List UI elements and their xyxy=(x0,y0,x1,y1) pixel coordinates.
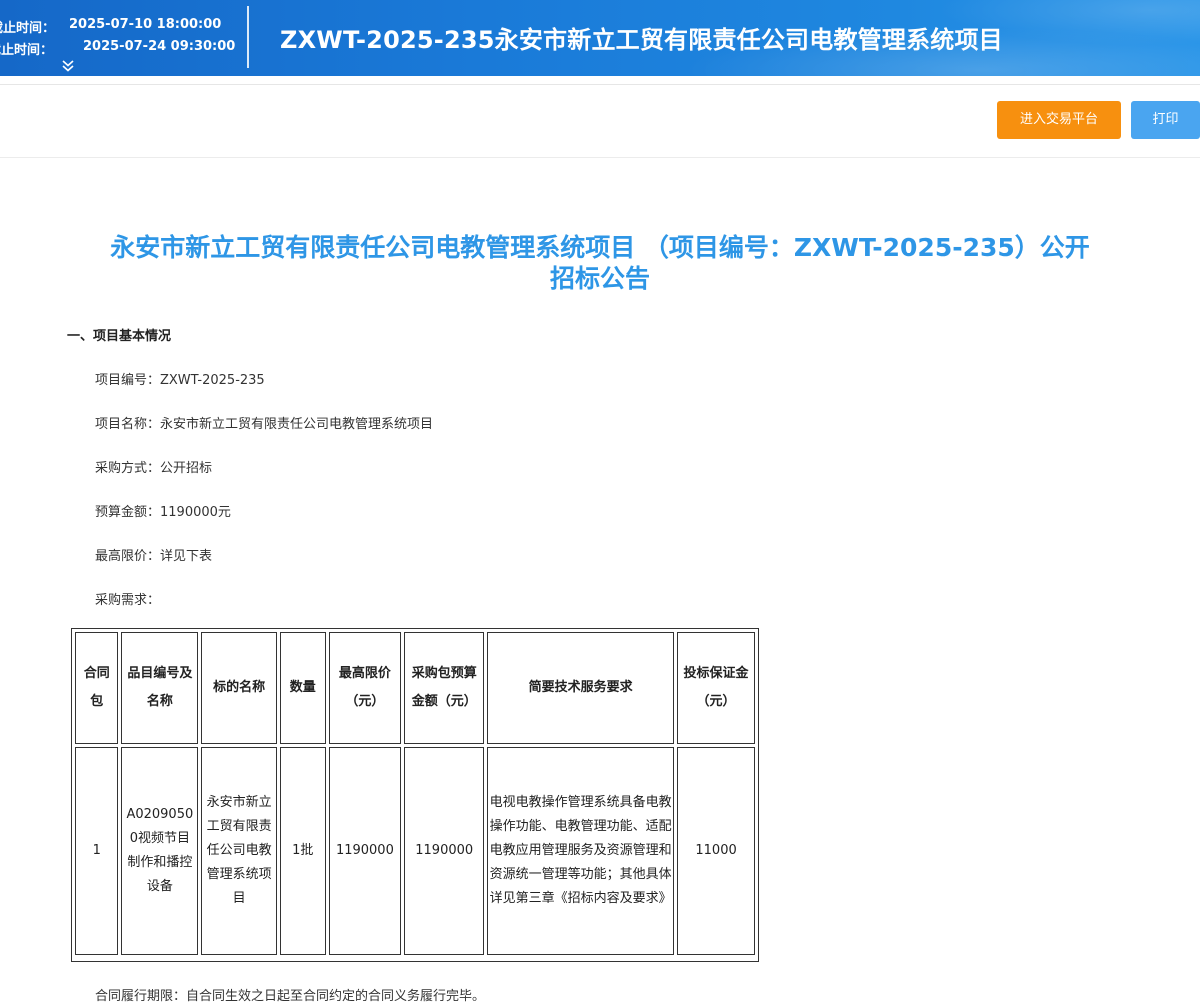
toolbar: 进入交易平台 打印 xyxy=(0,84,1200,158)
page-title: 永安市新立工贸有限责任公司电教管理系统项目 （项目编号：ZXWT-2025-23… xyxy=(60,232,1140,294)
page-title-line1: 永安市新立工贸有限责任公司电教管理系统项目 （项目编号：ZXWT-2025-23… xyxy=(110,233,1090,262)
contract-period: 合同履行期限：自合同生效之日起至合同约定的合同义务履行完毕。 xyxy=(95,989,486,1004)
table-header-row: 合同包 品目编号及名称 标的名称 数量 最高限价（元） 采购包预算金额（元） 简… xyxy=(75,632,755,744)
banner-title: ZXWT-2025-235永安市新立工贸有限责任公司电教管理系统项目 xyxy=(280,26,1003,54)
print-button[interactable]: 打印 xyxy=(1131,101,1200,139)
table-cell: 永安市新立工贸有限责任公司电教管理系统项目 xyxy=(201,747,278,955)
deadline-value: 2025-07-10 18:00:00 xyxy=(69,17,222,32)
table-header-cell: 合同包 xyxy=(75,632,119,744)
requirements-table: 合同包 品目编号及名称 标的名称 数量 最高限价（元） 采购包预算金额（元） 简… xyxy=(71,628,759,962)
table-header-cell: 标的名称 xyxy=(201,632,278,744)
open-time-value: 2025-07-24 09:30:00 xyxy=(83,39,236,54)
table-row: 1 A02090500视频节目制作和播控设备 永安市新立工贸有限责任公司电教管理… xyxy=(75,747,755,955)
table-header-cell: 数量 xyxy=(280,632,326,744)
budget-amount: 预算金额：1190000元 xyxy=(95,505,231,520)
table-header-cell: 简要技术服务要求 xyxy=(487,632,675,744)
deadline-row: 截止时间： 2025-07-10 18:00:00 xyxy=(0,17,230,36)
table-cell: A02090500视频节目制作和播控设备 xyxy=(121,747,199,955)
open-time-label: 截止时间： xyxy=(0,43,54,58)
table-cell: 1190000 xyxy=(404,747,485,955)
double-chevron-down-icon[interactable] xyxy=(61,58,75,72)
requirements-table-grid: 合同包 品目编号及名称 标的名称 数量 最高限价（元） 采购包预算金额（元） 简… xyxy=(72,629,758,958)
table-header-cell: 投标保证金（元） xyxy=(677,632,755,744)
procurement-method: 采购方式：公开招标 xyxy=(95,461,213,476)
table-cell: 电视电教操作管理系统具备电教操作功能、电教管理功能、适配电教应用管理服务及资源管… xyxy=(487,747,675,955)
procurement-requirements-label: 采购需求： xyxy=(95,593,161,608)
section-heading-basic-info: 一、项目基本情况 xyxy=(67,329,172,344)
deadline-label: 截止时间： xyxy=(0,21,56,36)
project-number: 项目编号：ZXWT-2025-235 xyxy=(95,373,265,388)
open-time-row: 截止时间： 2025-07-24 09:30:00 xyxy=(0,39,235,58)
banner-divider xyxy=(247,6,249,68)
table-cell: 1 xyxy=(75,747,119,955)
table-cell: 1批 xyxy=(280,747,326,955)
header-banner: 截止时间： 2025-07-10 18:00:00 截止时间： 2025-07-… xyxy=(0,0,1200,76)
project-name: 项目名称：永安市新立工贸有限责任公司电教管理系统项目 xyxy=(95,417,434,432)
page-title-line2: 招标公告 xyxy=(549,264,650,293)
table-header-cell: 采购包预算金额（元） xyxy=(404,632,485,744)
max-price: 最高限价：详见下表 xyxy=(95,549,213,564)
table-cell: 1190000 xyxy=(328,747,402,955)
table-header-cell: 最高限价（元） xyxy=(328,632,402,744)
enter-trading-platform-button[interactable]: 进入交易平台 xyxy=(997,101,1121,139)
table-cell: 11000 xyxy=(677,747,755,955)
table-header-cell: 品目编号及名称 xyxy=(121,632,199,744)
